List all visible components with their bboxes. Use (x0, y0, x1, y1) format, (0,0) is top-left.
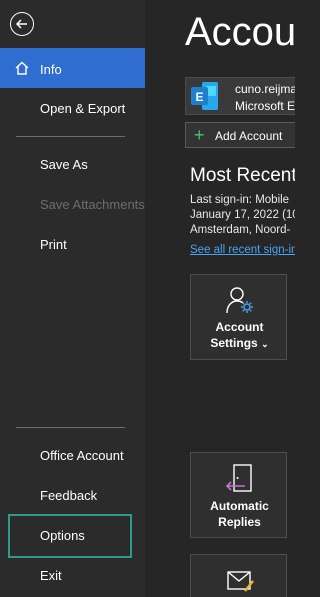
svg-text:E: E (195, 90, 203, 104)
automatic-replies-tile[interactable]: Automatic Replies (190, 452, 287, 538)
last-signin-line: Last sign-in: Mobile (190, 194, 290, 206)
nav-feedback[interactable]: Feedback (0, 479, 145, 513)
nav-print[interactable]: Print (0, 228, 145, 262)
mailbox-cleanup-tile[interactable] (190, 554, 287, 597)
account-settings-icon (226, 287, 253, 314)
most-recent-heading: Most Recent (190, 165, 295, 186)
home-icon (15, 61, 29, 75)
account-settings-label-2: Settings (210, 336, 258, 350)
add-account-button[interactable]: + Add Account (185, 122, 295, 148)
exchange-icon: E (191, 82, 218, 110)
nav-save-attachments: Save Attachments (0, 188, 145, 222)
nav-save-as[interactable]: Save As (0, 148, 145, 182)
nav-exit-label: Exit (40, 568, 62, 583)
sidebar-divider (16, 427, 125, 428)
nav-print-label: Print (40, 237, 67, 252)
account-settings-label-row: Settings ⌄ (191, 336, 288, 352)
automatic-replies-label-1: Automatic (210, 499, 269, 513)
nav-save-attachments-label: Save Attachments (40, 197, 145, 212)
nav-office-account-label: Office Account (40, 448, 124, 463)
automatic-replies-label-2: Replies (218, 515, 261, 529)
nav-open-export[interactable]: Open & Export (0, 92, 145, 126)
nav-info-label: Info (40, 62, 62, 77)
see-all-signins-link[interactable]: See all recent sign-in (190, 244, 295, 256)
add-account-label: Add Account (215, 129, 283, 143)
automatic-replies-icon (225, 464, 252, 492)
nav-save-as-label: Save As (40, 157, 88, 172)
plus-icon: + (194, 125, 205, 145)
nav-open-export-label: Open & Export (40, 101, 126, 116)
account-info-pane: Account Information E cuno.reijmaker Mic… (145, 0, 295, 597)
account-settings-tile[interactable]: Account Settings ⌄ (190, 274, 287, 360)
account-settings-label-1: Account (215, 320, 264, 334)
chevron-down-icon: ⌄ (261, 339, 269, 349)
options-highlight-box (8, 514, 132, 558)
page-title: Account Information (185, 10, 295, 54)
nav-exit[interactable]: Exit (0, 559, 145, 593)
backstage-sidebar: Info Open & Export Save As Save Attachme… (0, 0, 145, 597)
signin-date-line: January 17, 2022 (10 (190, 209, 295, 221)
nav-info[interactable]: Info (0, 48, 145, 88)
sidebar-divider (16, 136, 125, 137)
nav-feedback-label: Feedback (40, 488, 98, 503)
back-arrow-icon (15, 19, 27, 29)
nav-office-account[interactable]: Office Account (0, 439, 145, 473)
account-type: Microsoft Exchange (235, 99, 295, 113)
mailbox-cleanup-icon (227, 571, 254, 592)
back-button[interactable] (10, 12, 34, 36)
signin-location-line: Amsterdam, Noord- (190, 224, 291, 236)
account-email: cuno.reijmaker (235, 82, 295, 96)
